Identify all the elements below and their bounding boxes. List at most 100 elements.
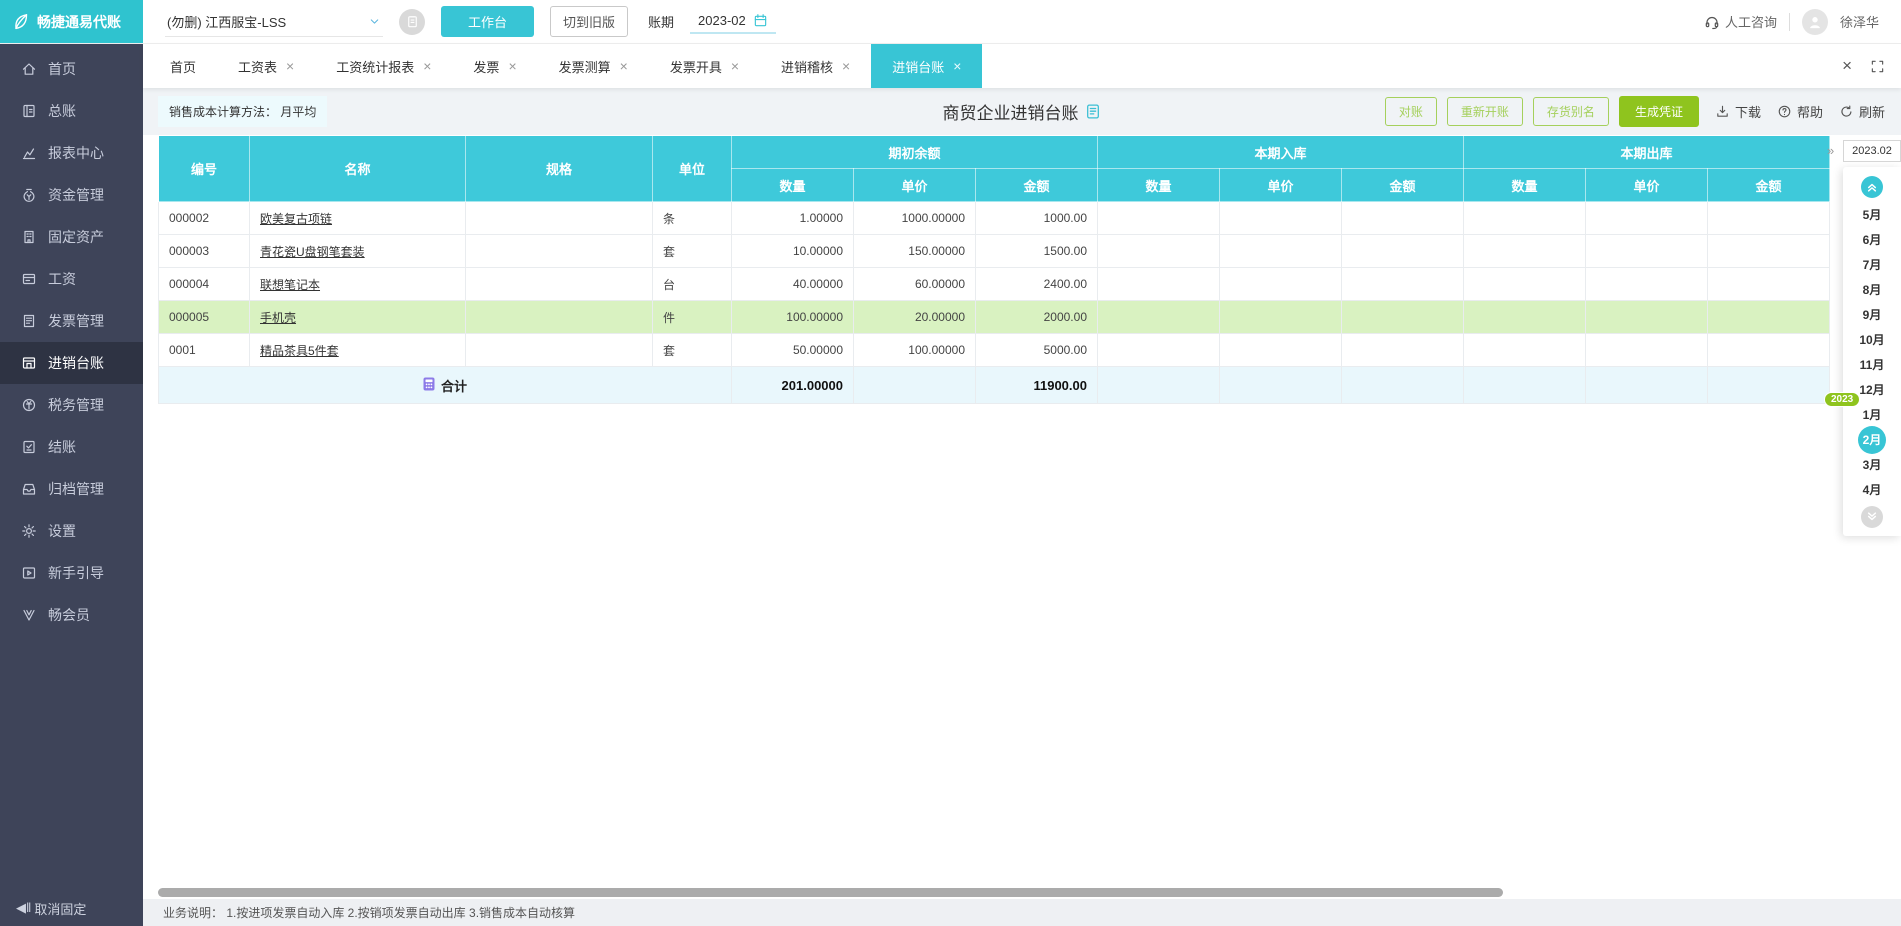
logo-leaf-icon — [10, 12, 30, 32]
month-item-7[interactable]: 11月 — [1843, 352, 1901, 377]
refresh-icon — [1839, 104, 1854, 119]
sidebar-item-tax-mgmt[interactable]: 税务管理 — [0, 384, 143, 426]
cell-begin-qty: 1.00000 — [731, 201, 854, 235]
tab-purchase-sale-audit[interactable]: 进销稽核 × — [760, 44, 871, 88]
consult-link[interactable]: 人工咨询 — [1704, 12, 1777, 31]
unpin-button[interactable]: ◀‖ 取消固定 — [0, 890, 143, 926]
app-title: 畅捷通易代账 — [37, 13, 121, 30]
sidebar-item-closing[interactable]: 结账 — [0, 426, 143, 468]
tab-close-icon[interactable]: × — [731, 59, 739, 73]
tab-invoice-calc[interactable]: 发票测算 × — [538, 44, 649, 88]
tab-close-icon[interactable]: × — [620, 59, 628, 73]
sidebar-item-general-ledger[interactable]: 总账 — [0, 90, 143, 132]
scroll-up-button[interactable] — [1861, 176, 1883, 198]
tab-invoice[interactable]: 发票 × — [452, 44, 537, 88]
current-period-box[interactable]: » 2023.02 — [1827, 140, 1901, 162]
product-link[interactable]: 青花瓷U盘钢笔套装 — [260, 245, 365, 259]
scroll-down-button[interactable] — [1861, 506, 1883, 528]
cell-begin-amount: 5000.00 — [975, 333, 1098, 367]
company-selector[interactable]: (勿删) 江西服宝-LSS — [165, 7, 383, 37]
subcolumn-header: 数量 — [731, 168, 854, 202]
month-item-3[interactable]: 7月 — [1843, 252, 1901, 277]
month-label: 2月 — [1858, 425, 1886, 454]
sidebar-item-funds[interactable]: 资金管理 — [0, 174, 143, 216]
product-link[interactable]: 联想笔记本 — [260, 278, 320, 292]
month-item-4[interactable]: 8月 — [1843, 277, 1901, 302]
total-begin-amount: 11900.00 — [975, 366, 1098, 404]
sidebar-item-label: 发票管理 — [48, 313, 104, 329]
tab-close-icon[interactable]: × — [286, 59, 294, 73]
scrollbar-thumb[interactable] — [158, 888, 1503, 897]
cell-in-price — [1219, 333, 1342, 367]
sidebar-item-label: 新手引导 — [48, 565, 104, 581]
sidebar-item-report-center[interactable]: 报表中心 — [0, 132, 143, 174]
group-header: 期初余额 — [731, 135, 1098, 169]
horizontal-scrollbar — [158, 886, 1829, 899]
product-link[interactable]: 手机壳 — [260, 311, 296, 325]
workbench-button[interactable]: 工作台 — [441, 6, 535, 37]
cell-out-qty — [1463, 267, 1586, 301]
sidebar-item-home[interactable]: 首页 — [0, 48, 143, 90]
reconcile-button[interactable]: 对账 — [1384, 97, 1437, 126]
avatar[interactable] — [1801, 8, 1828, 35]
tab-payroll-report[interactable]: 工资统计报表 × — [315, 44, 452, 88]
month-item-6[interactable]: 10月 — [1843, 327, 1901, 352]
sidebar-item-fixed-assets[interactable]: 固定资产 — [0, 216, 143, 258]
month-label: 6月 — [1862, 233, 1882, 247]
collapse-panel-icon[interactable]: » — [1827, 143, 1834, 158]
sidebar-item-archive[interactable]: 归档管理 — [0, 468, 143, 510]
tab-list: 首页 工资表 × 工资统计报表 × 发票 × 发票测算 × 发票开具 × 进销稽核 × 进销台账 × — [149, 44, 983, 88]
tab-close-icon[interactable]: × — [423, 59, 431, 73]
period-picker[interactable]: 2023-02 — [690, 9, 776, 34]
tab-purchase-sale-ledger[interactable]: 进销台账 × — [871, 44, 983, 88]
sidebar-item-label: 进销台账 — [48, 355, 104, 371]
subcolumn-header: 数量 — [1097, 168, 1220, 202]
cell-name: 手机壳 — [249, 300, 466, 334]
tab-close-icon[interactable]: × — [842, 59, 850, 73]
cell-spec — [465, 267, 653, 301]
product-link[interactable]: 精品茶具5件套 — [260, 344, 339, 358]
month-label: 1月 — [1862, 408, 1882, 422]
table-row: 0001 精品茶具5件套 套 50.00000 100.00000 5000.00 — [158, 333, 1830, 367]
toolbar-actions: 对账 重新开账 存货别名 生成凭证 下载 帮助 刷新 — [1384, 96, 1885, 127]
help-link[interactable]: 帮助 — [1777, 102, 1823, 121]
cell-spec — [465, 234, 653, 268]
sidebar-item-payroll[interactable]: 工资 — [0, 258, 143, 300]
month-item-5[interactable]: 9月 — [1843, 302, 1901, 327]
tab-home[interactable]: 首页 — [149, 44, 217, 88]
reopen-button[interactable]: 重新开账 — [1446, 97, 1523, 126]
archive-icon — [21, 481, 37, 497]
month-item-12[interactable]: 4月 — [1843, 477, 1901, 502]
clipboard-icon[interactable] — [399, 8, 425, 35]
sidebar-item-settings[interactable]: 设置 — [0, 510, 143, 552]
cell-begin-price: 1000.00000 — [853, 201, 976, 235]
consult-label: 人工咨询 — [1724, 15, 1777, 30]
sidebar-item-purchase-sale-ledger[interactable]: 进销台账 — [0, 342, 143, 384]
sidebar-item-invoice-mgmt[interactable]: 发票管理 — [0, 300, 143, 342]
month-item-2[interactable]: 6月 — [1843, 227, 1901, 252]
close-icon[interactable]: × — [1842, 56, 1852, 76]
username[interactable]: 徐泽华 — [1840, 12, 1879, 31]
sidebar-item-member[interactable]: 畅会员 — [0, 594, 143, 636]
product-link[interactable]: 欧美复古项链 — [260, 212, 332, 226]
month-item-11[interactable]: 3月 — [1843, 452, 1901, 477]
current-period-value: 2023.02 — [1852, 145, 1892, 157]
tab-payroll-sheet[interactable]: 工资表 × — [217, 44, 315, 88]
refresh-link[interactable]: 刷新 — [1839, 102, 1885, 121]
chevron-down-icon — [368, 15, 381, 28]
month-item-10[interactable]: 2月 — [1843, 425, 1901, 454]
stock-alias-button[interactable]: 存货别名 — [1532, 97, 1609, 126]
switch-old-version-button[interactable]: 切到旧版 — [550, 6, 629, 37]
cell-out-amount — [1707, 300, 1830, 334]
sidebar-item-guide[interactable]: 新手引导 — [0, 552, 143, 594]
cell-in-amount — [1341, 333, 1464, 367]
generate-voucher-button[interactable]: 生成凭证 — [1618, 96, 1699, 127]
month-item-9[interactable]: 1月 2023 — [1824, 392, 1901, 427]
download-link[interactable]: 下载 — [1715, 102, 1761, 121]
tab-close-icon[interactable]: × — [508, 59, 516, 73]
fullscreen-icon[interactable] — [1870, 59, 1885, 74]
tab-close-icon[interactable]: × — [953, 59, 961, 73]
month-item-1[interactable]: 5月 — [1843, 202, 1901, 227]
cell-code: 000004 — [158, 267, 250, 301]
tab-invoice-issue[interactable]: 发票开具 × — [649, 44, 760, 88]
